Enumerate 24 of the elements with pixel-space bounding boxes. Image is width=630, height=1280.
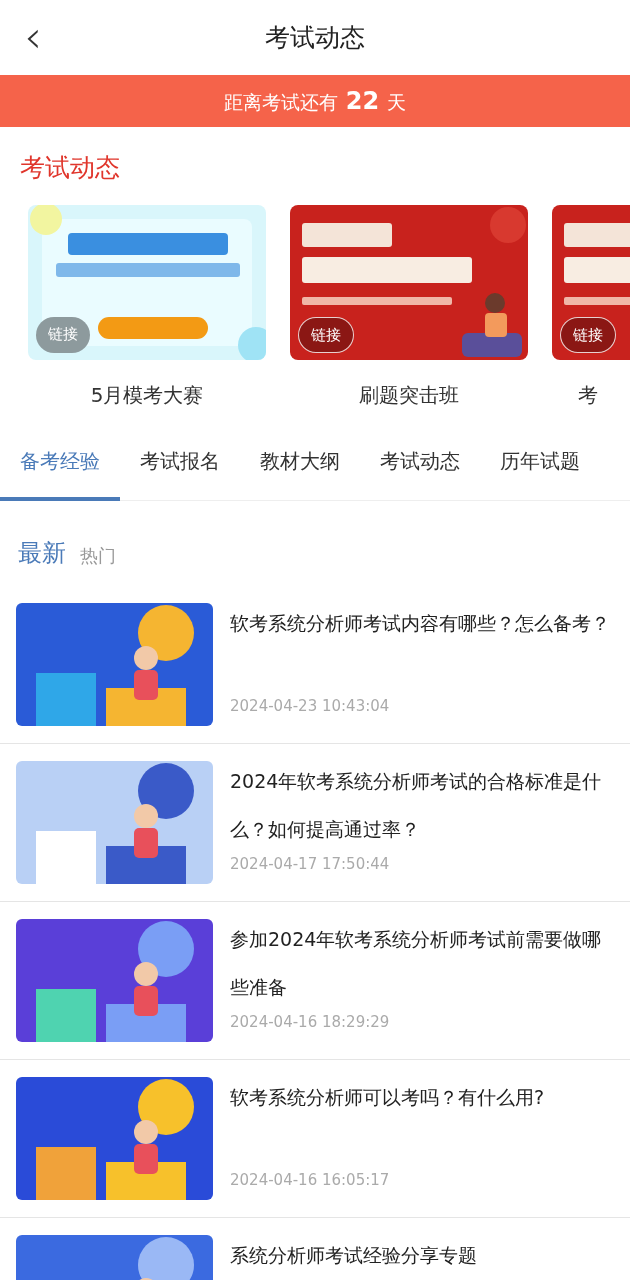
article-date: 2024-04-17 17:50:44: [230, 854, 391, 875]
banner-caption: 5月模考大赛: [90, 382, 204, 409]
category-tab[interactable]: 备考经验: [0, 421, 120, 501]
category-tab[interactable]: 教材大纲: [240, 421, 360, 501]
countdown-text: 距离考试还有 22 天: [223, 86, 407, 117]
article-title[interactable]: 2024年软考系统分析师考试的合格标准是什么？如何提高通过率？: [230, 757, 610, 857]
banner-caption: 考: [578, 382, 598, 409]
back-button[interactable]: ‹: [18, 18, 48, 56]
article-title[interactable]: 参加2024年软考系统分析师考试前需要做哪些准备: [230, 915, 610, 1015]
link-badge[interactable]: 链接: [560, 317, 616, 353]
link-badge[interactable]: 链接: [298, 317, 354, 353]
article-date: 2024-04-16 16:05:17: [230, 1170, 391, 1191]
page-title: 考试动态: [265, 21, 365, 54]
category-tab[interactable]: 考试报名: [120, 421, 240, 501]
article-date: 2024-04-23 10:43:04: [230, 696, 391, 717]
article-date: 2024-04-16 18:29:29: [230, 1012, 391, 1033]
article-title[interactable]: 软考系统分析师考试内容有哪些？怎么备考？: [230, 599, 610, 699]
section-title: 考试动态: [19, 152, 121, 184]
category-tab[interactable]: 考试动态: [360, 421, 480, 501]
sort-tab[interactable]: 最新: [18, 535, 66, 571]
article-title[interactable]: 软考系统分析师可以考吗？有什么用?: [230, 1073, 610, 1173]
banner-caption: 刷题突击班: [359, 382, 459, 409]
article-title[interactable]: 系统分析师考试经验分享专题: [230, 1231, 610, 1280]
category-tab[interactable]: 历年试题: [480, 421, 600, 501]
